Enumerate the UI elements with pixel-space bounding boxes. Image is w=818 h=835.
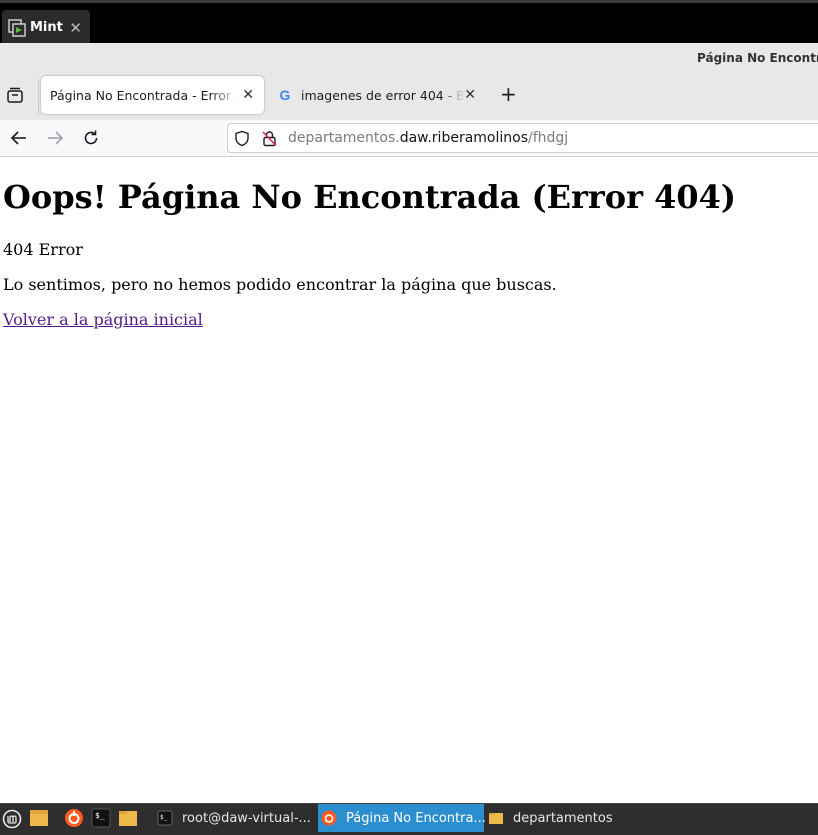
error-message: Lo sentimos, pero no hemos podido encont… [3, 275, 557, 294]
error-code-text: 404 Error [3, 240, 83, 259]
page-content: Oops! Página No Encontrada (Error 404) 4… [0, 158, 818, 803]
url-text[interactable]: departamentos.daw.riberamolinos/fhdgj [288, 130, 568, 146]
google-icon: G [279, 87, 291, 103]
insecure-lock-icon[interactable] [261, 130, 278, 151]
vm-icon [8, 18, 26, 37]
url-path: /fhdgj [528, 130, 569, 146]
terminal-icon[interactable]: $_ [91, 808, 111, 828]
task-label: root@daw-virtual-... [182, 810, 311, 826]
firefox-icon [321, 810, 337, 826]
close-icon[interactable]: ✕ [242, 87, 254, 103]
tab-bar: Página No Encontrada - Error 404 ✕ G ima… [0, 73, 818, 120]
shield-icon[interactable] [234, 130, 250, 151]
folder-icon[interactable] [118, 808, 138, 828]
svg-text:$_: $_ [95, 811, 105, 820]
forward-arrow-icon[interactable] [45, 128, 65, 148]
url-prefix: departamentos. [288, 130, 400, 146]
folder-icon[interactable] [29, 808, 49, 828]
taskbar-task-terminal[interactable]: $_ root@daw-virtual-... [150, 804, 316, 832]
window-title: Página No Encontrada [697, 51, 818, 65]
back-arrow-icon[interactable] [9, 128, 29, 148]
vm-tab-mint[interactable]: Mint ✕ [2, 10, 90, 45]
task-label: Página No Encontra... [346, 810, 486, 826]
vm-tab-strip: Mint ✕ [0, 0, 818, 45]
tab-google-search[interactable]: G imagenes de error 404 - Buscar ✕ [268, 76, 486, 114]
reload-icon[interactable] [81, 128, 101, 148]
taskbar: $_ $_ root@daw-virtual-... Página No Enc… [0, 803, 818, 835]
page-heading: Oops! Página No Encontrada (Error 404) [3, 178, 737, 216]
task-label: departamentos [513, 810, 613, 826]
url-bar[interactable]: departamentos.daw.riberamolinos/fhdgj [227, 123, 818, 153]
close-icon[interactable]: ✕ [69, 19, 82, 37]
tab-label: Página No Encontrada - Error 404 [50, 87, 238, 103]
folder-icon [488, 810, 504, 826]
tab-separator [38, 79, 39, 115]
navigation-bar: departamentos.daw.riberamolinos/fhdgj [0, 120, 818, 157]
mint-menu-icon[interactable] [2, 809, 22, 829]
tab-active[interactable]: Página No Encontrada - Error 404 ✕ [41, 76, 264, 114]
new-tab-plus-icon[interactable]: + [500, 84, 517, 104]
taskbar-task-folder[interactable]: departamentos [488, 804, 648, 832]
tab-label: imagenes de error 404 - Buscar [301, 87, 465, 103]
svg-text:$_: $_ [160, 814, 168, 821]
vm-tab-label: Mint [30, 20, 63, 35]
close-icon[interactable]: ✕ [464, 87, 476, 103]
terminal-icon: $_ [157, 810, 173, 826]
home-link[interactable]: Volver a la página inicial [3, 310, 203, 329]
firefox-icon[interactable] [64, 808, 84, 828]
url-domain: daw.riberamolinos [399, 130, 528, 146]
browser-title-bar: Página No Encontrada [0, 43, 818, 73]
taskbar-task-firefox[interactable]: Página No Encontra... [318, 804, 486, 832]
tab-manager-icon[interactable] [6, 86, 24, 104]
